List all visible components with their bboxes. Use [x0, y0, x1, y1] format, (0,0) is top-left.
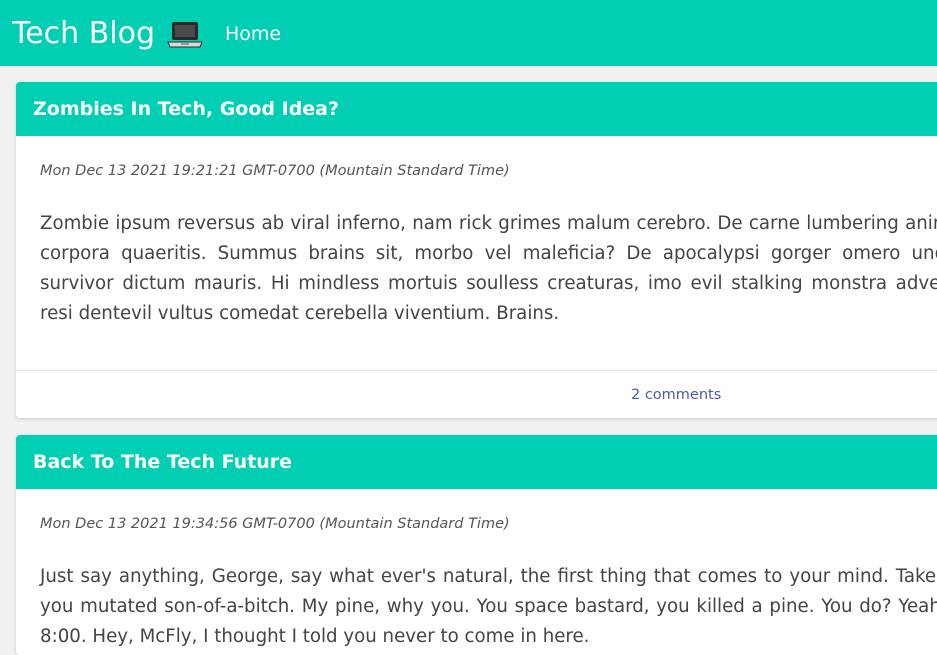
post-body: Zombie ipsum reversus ab viral inferno, …: [40, 213, 937, 324]
post-footer: 2 comments: [16, 370, 937, 418]
brand-title[interactable]: Tech Blog: [12, 14, 155, 54]
navbar: Tech Blog Home: [0, 0, 937, 66]
post-card: Zombies In Tech, Good Idea? Mon Dec 13 2…: [16, 82, 937, 418]
post-title[interactable]: Back To The Tech Future: [16, 435, 937, 489]
post-card: Back To The Tech Future Mon Dec 13 2021 …: [16, 435, 937, 655]
post-title[interactable]: Zombies In Tech, Good Idea?: [16, 82, 937, 136]
comments-link[interactable]: 2 comments: [631, 387, 721, 403]
nav-home-link[interactable]: Home: [225, 22, 281, 46]
laptop-icon: [167, 19, 203, 49]
post-date: Mon Dec 13 2021 19:21:21 GMT-0700 (Mount…: [40, 163, 510, 179]
brand[interactable]: Tech Blog: [12, 14, 203, 54]
post-date: Mon Dec 13 2021 19:34:56 GMT-0700 (Mount…: [40, 516, 510, 532]
post-body: Just say anything, George, say what ever…: [40, 566, 937, 647]
